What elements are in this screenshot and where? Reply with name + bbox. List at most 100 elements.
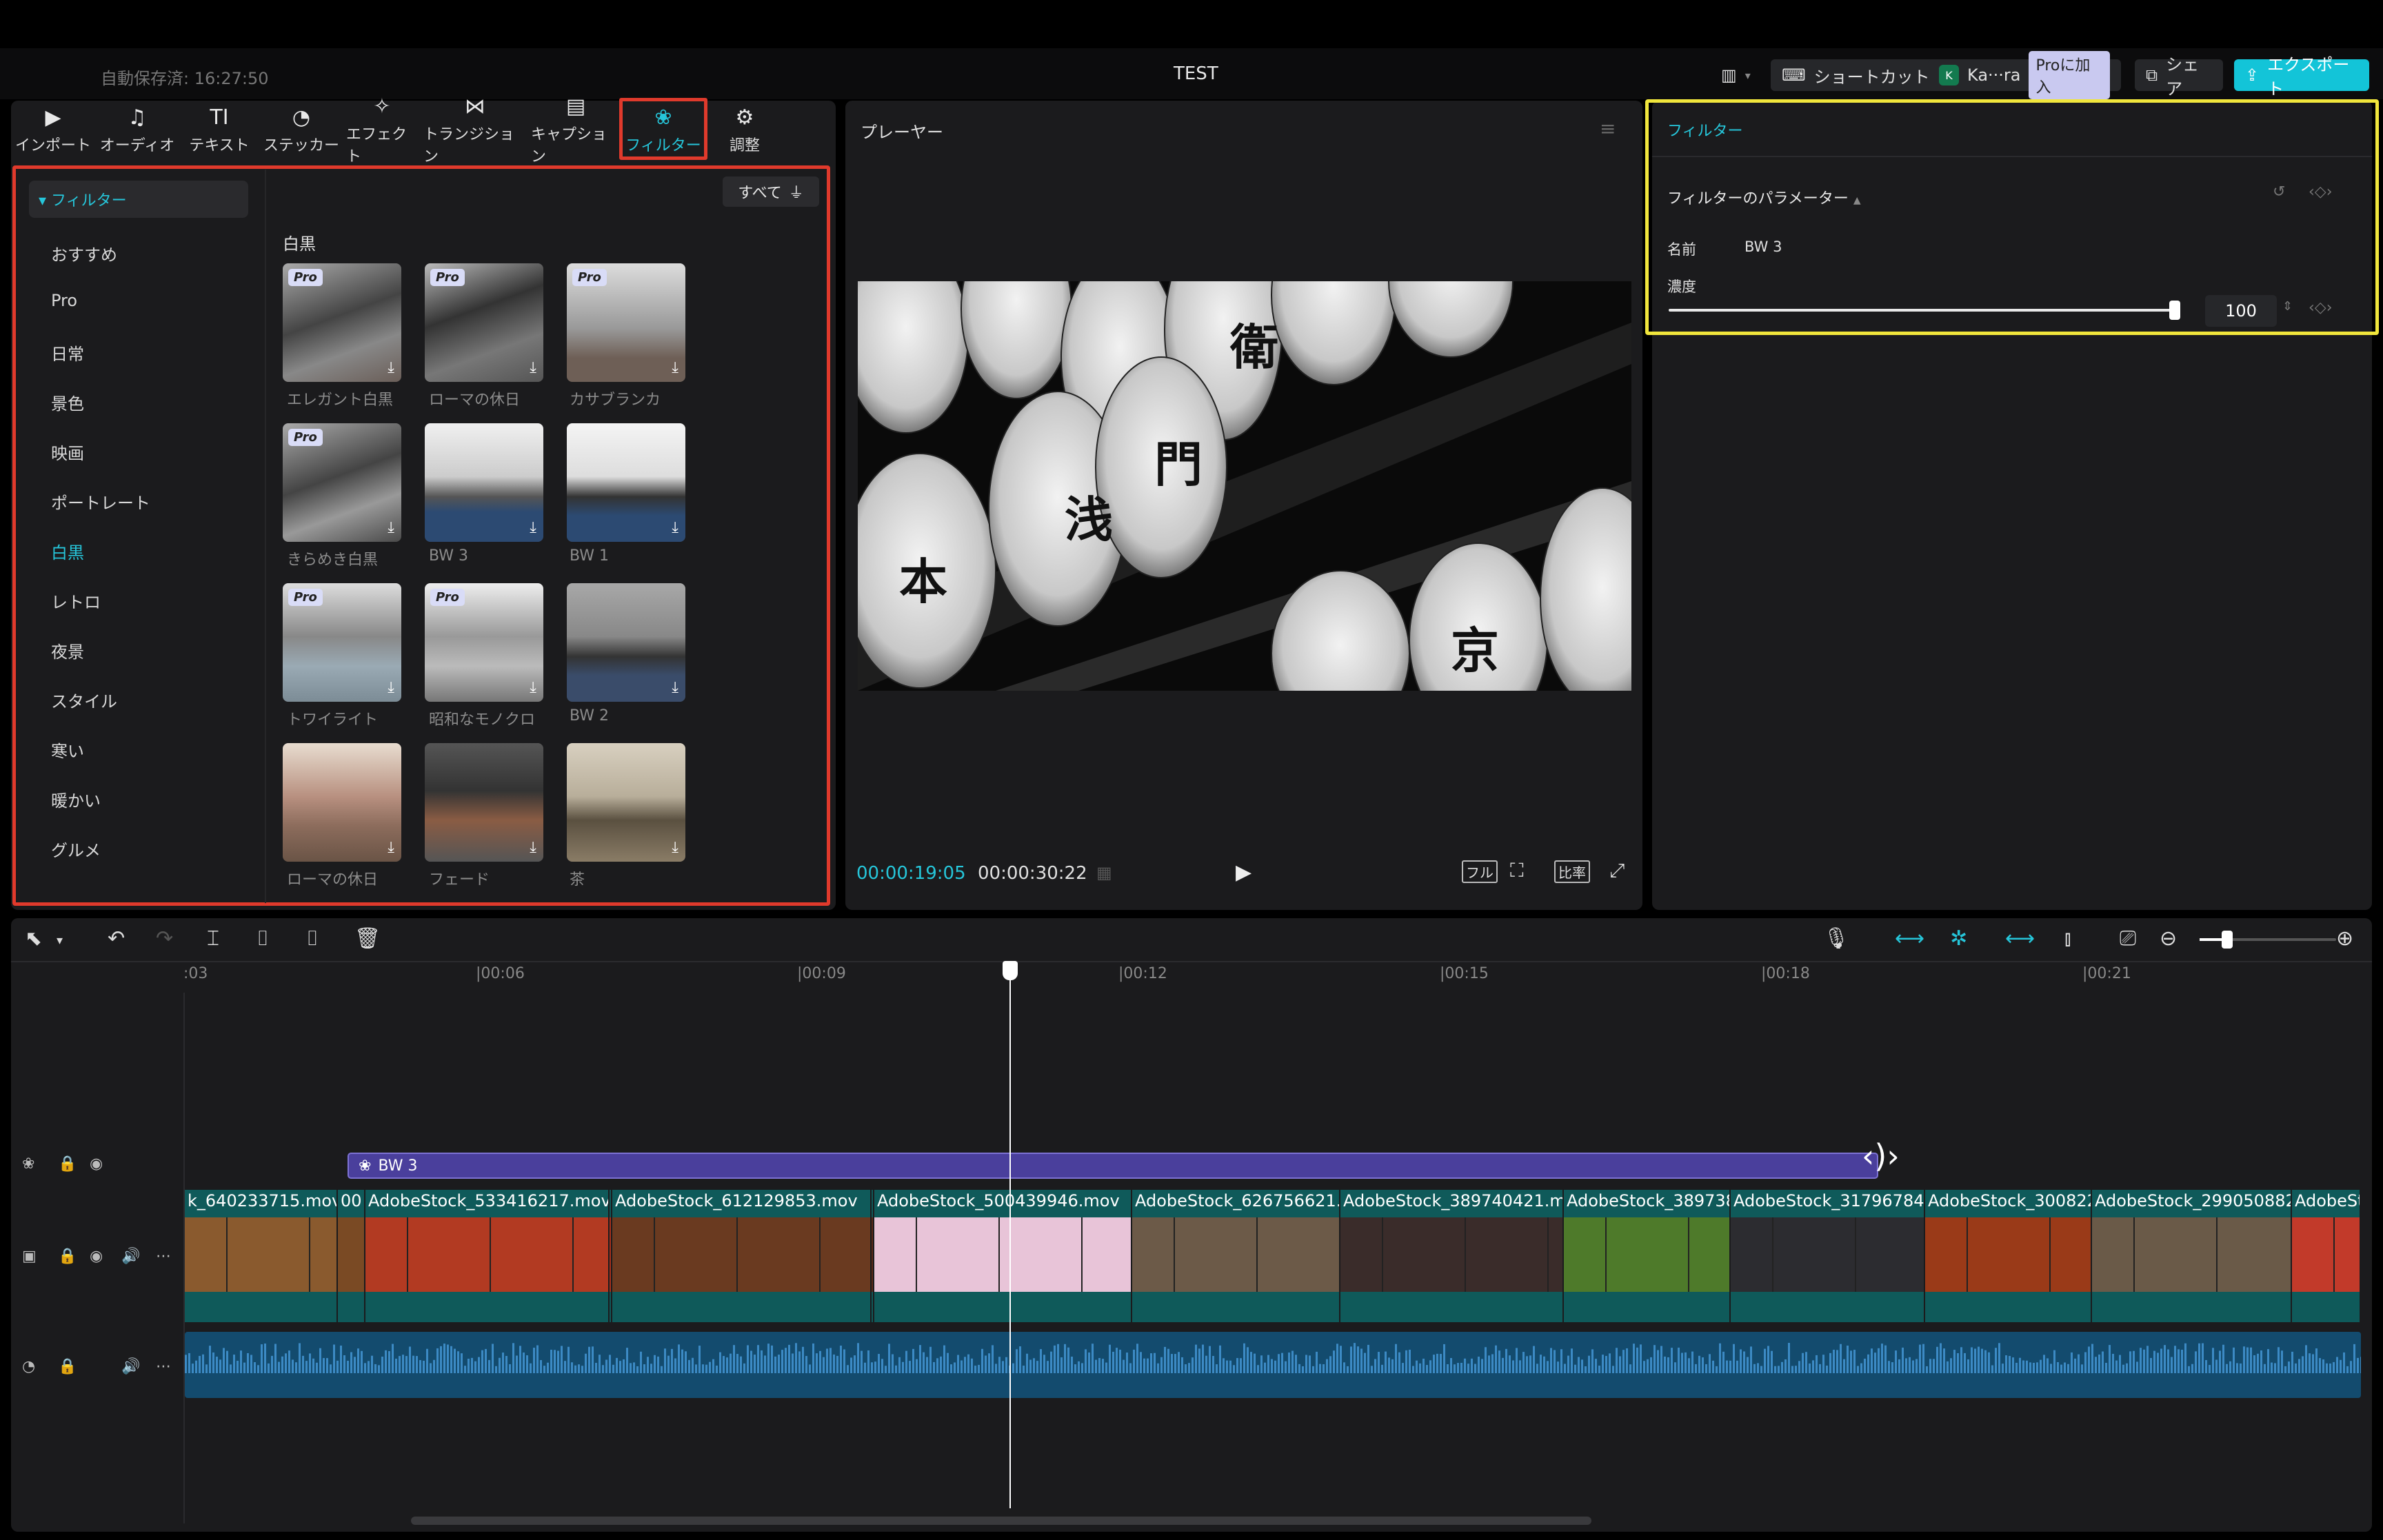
fit-button[interactable]: フル — [1462, 860, 1498, 883]
category-night[interactable]: 夜景 — [51, 638, 84, 662]
link-icon[interactable]: ⟷ — [2005, 926, 2035, 951]
layout-button[interactable]: ▥ ▾ — [1710, 59, 1762, 91]
zoom-in-icon[interactable]: ⊕ — [2336, 926, 2353, 951]
filter-clip[interactable]: ❀ BW 3 — [348, 1153, 1878, 1179]
redo-icon[interactable]: ↷ — [156, 926, 173, 951]
play-button[interactable]: ▶ — [1236, 860, 1251, 884]
thumbnail-toggle-icon[interactable]: ⎚ — [2120, 926, 2136, 951]
menu-icon[interactable]: ≡ — [1600, 117, 1616, 140]
filter-thumb[interactable]: Pro ⤓ — [283, 263, 401, 382]
video-clip[interactable]: AdobeSt — [2292, 1190, 2361, 1322]
filter-thumb[interactable]: ⤓ — [567, 423, 685, 542]
account-button[interactable]: K Ka···ra Proに加入 — [1928, 51, 2121, 99]
zoom-out-icon[interactable]: ⊖ — [2160, 926, 2177, 951]
select-tool-icon[interactable]: ⬉ — [25, 926, 42, 951]
category-recommended[interactable]: おすすめ — [51, 241, 117, 265]
download-icon: ⤓ — [388, 839, 394, 856]
video-clip[interactable]: AdobeStock_389738 — [1564, 1190, 1731, 1322]
tab-adjust[interactable]: ⚙ 調整 — [710, 103, 779, 159]
filter-thumb[interactable]: Pro ⤓ — [283, 423, 401, 542]
filter-thumb[interactable]: Pro ⤓ — [425, 583, 543, 702]
join-pro-button[interactable]: Proに加入 — [2029, 51, 2110, 99]
video-clip[interactable]: 00 — [338, 1190, 365, 1322]
share-button[interactable]: ⧉ シェア — [2135, 55, 2223, 99]
shortcut-button[interactable]: ⌨ ショートカット — [1771, 59, 1950, 91]
video-clip[interactable]: AdobeStock_533416217.mov — [365, 1190, 610, 1322]
category-warm[interactable]: 暖かい — [51, 787, 101, 811]
category-portrait[interactable]: ポートレート — [51, 489, 150, 514]
filter-thumb[interactable]: Pro ⤓ — [425, 263, 543, 382]
filter-thumb[interactable]: ⤓ — [425, 743, 543, 862]
video-clip[interactable]: k_640233715.mov — [185, 1190, 338, 1322]
more-icon[interactable]: ⋯ — [156, 1358, 171, 1375]
tab-transition[interactable]: ⋈ トランジション — [423, 96, 527, 166]
video-clip[interactable]: AdobeStock_300822 — [1925, 1190, 2092, 1322]
ratio-button[interactable]: 比率 — [1554, 860, 1590, 883]
tab-text[interactable]: TI テキスト — [185, 103, 254, 159]
category-pro[interactable]: Pro — [51, 291, 77, 310]
category-retro[interactable]: レトロ — [51, 589, 101, 613]
speaker-icon[interactable]: 🔊 — [121, 1248, 140, 1265]
category-cool[interactable]: 寒い — [51, 738, 84, 762]
zoom-slider-handle[interactable] — [2222, 931, 2233, 949]
lock-icon[interactable]: 🔒 — [58, 1248, 77, 1265]
filter-thumb[interactable]: Pro ⤓ — [283, 583, 401, 702]
filter-thumb[interactable]: Pro ⤓ — [567, 263, 685, 382]
tab-caption[interactable]: ▤ キャプション — [531, 96, 621, 166]
undo-icon[interactable]: ↶ — [108, 926, 125, 951]
tab-label: 調整 — [729, 137, 760, 154]
shortcut-label: ショートカット — [1813, 67, 1930, 87]
chevron-down-icon[interactable]: ▾ — [57, 933, 63, 948]
category-header[interactable]: ▾ フィルター — [29, 181, 248, 218]
category-gourmet[interactable]: グルメ — [51, 837, 101, 861]
video-preview[interactable]: 本 浅 門 衛 京 — [858, 281, 1631, 691]
crop-icon[interactable]: ⛶ — [1510, 859, 1524, 882]
lock-icon[interactable]: 🔒 — [58, 1358, 77, 1375]
trim-left-icon[interactable]: ⌷ — [257, 926, 269, 951]
category-style[interactable]: スタイル — [51, 688, 117, 712]
adjust-icon: ⚙ — [735, 105, 754, 130]
export-button[interactable]: ⇪ エクスポート — [2234, 55, 2369, 99]
category-daily[interactable]: 日常 — [51, 341, 84, 365]
tab-audio[interactable]: ♫ オーディオ — [98, 103, 177, 159]
split-icon[interactable]: ⌶ — [207, 926, 219, 951]
filter-thumb[interactable]: ⤓ — [567, 583, 685, 702]
current-timecode: 00:00:19:05 — [856, 863, 966, 884]
audio-clip[interactable] — [185, 1332, 2361, 1398]
lock-icon[interactable]: 🔒 — [58, 1155, 77, 1173]
video-clip[interactable]: AdobeStock_389740421.m — [1340, 1190, 1564, 1322]
category-movie[interactable]: 映画 — [51, 440, 84, 464]
filter-thumb[interactable]: ⤓ — [283, 743, 401, 862]
preview-axis-icon[interactable]: ⫾ — [2064, 926, 2071, 951]
horizontal-scrollbar[interactable] — [411, 1517, 1591, 1525]
tab-sticker[interactable]: ◔ ステッカー — [262, 103, 341, 159]
filter-thumb[interactable]: ⤓ — [425, 423, 543, 542]
video-clip[interactable]: AdobeStock_500439946.mov — [874, 1190, 1132, 1322]
category-monochrome[interactable]: 白黒 — [51, 539, 84, 563]
timecode-format-icon[interactable]: ▦ — [1096, 863, 1112, 882]
fullscreen-icon[interactable]: ⤢ — [1609, 859, 1625, 882]
tab-effect[interactable]: ✧ エフェクト — [346, 96, 418, 166]
eye-icon[interactable]: ◉ — [90, 1155, 103, 1173]
more-icon[interactable]: ⋯ — [156, 1248, 171, 1265]
clip-name: AdobeStock_300822 — [1928, 1191, 2092, 1210]
filter-sort-button[interactable]: すべて ⏚ — [723, 176, 819, 207]
eye-icon[interactable]: ◉ — [90, 1248, 103, 1265]
delete-icon[interactable]: 🗑 — [354, 926, 381, 951]
tab-import[interactable]: ▶ インポート — [15, 103, 91, 159]
speaker-icon[interactable]: 🔊 — [121, 1358, 140, 1375]
video-clip[interactable]: AdobeStock_299050882 — [2092, 1190, 2292, 1322]
clip-resize-handle[interactable]: ‹)› — [1862, 1137, 1900, 1175]
filter-thumb[interactable]: ⤓ — [567, 743, 685, 862]
playhead[interactable] — [1009, 964, 1011, 1508]
video-clip[interactable]: AdobeStock_626756621.r — [1132, 1190, 1340, 1322]
video-clip[interactable]: AdobeStock_612129853.mov — [612, 1190, 872, 1322]
microphone-icon[interactable]: 🎙 — [1823, 926, 1849, 951]
trim-right-icon[interactable]: ⌷ — [306, 926, 319, 951]
main-track-magnet-icon[interactable]: ⟷ — [1895, 926, 1924, 951]
thumb-image — [567, 743, 685, 862]
playhead-handle[interactable] — [1003, 961, 1018, 980]
video-clip[interactable]: AdobeStock_31796784 — [1731, 1190, 1925, 1322]
auto-snap-icon[interactable]: ✲ — [1950, 926, 1967, 951]
category-scenery[interactable]: 景色 — [51, 390, 84, 414]
